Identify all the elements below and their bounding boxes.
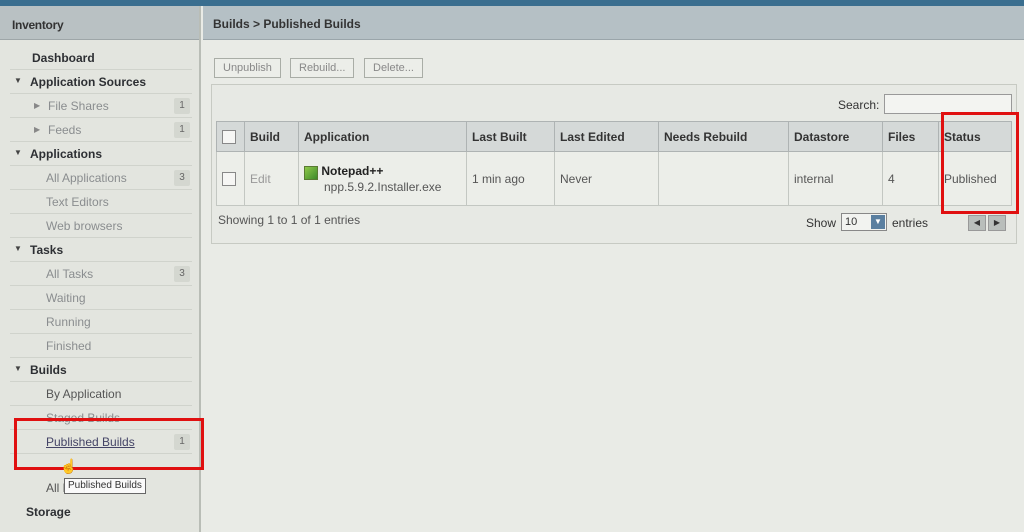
edit-link[interactable]: Edit	[244, 151, 299, 206]
sidebar-item-all-tasks[interactable]: All Tasks 3	[10, 262, 192, 286]
collapse-toggle-icon[interactable]: ▼	[14, 244, 22, 253]
app-file: npp.5.9.2.Installer.exe	[324, 179, 442, 194]
search-input[interactable]	[884, 94, 1012, 114]
sidebar-group-builds[interactable]: ▼ Builds	[10, 358, 192, 382]
unpublish-button[interactable]: Unpublish	[214, 58, 281, 78]
sidebar-item-label: Dashboard	[32, 51, 95, 65]
count-badge: 3	[174, 266, 190, 282]
sidebar-item-label: Waiting	[46, 291, 86, 305]
sidebar-item-all-applications[interactable]: All Applications 3	[10, 166, 192, 190]
page-size-value: 10	[845, 216, 858, 228]
sidebar-title: Inventory	[0, 6, 199, 40]
sidebar-item-label: File Shares	[48, 99, 109, 113]
tooltip: Published Builds	[64, 478, 146, 494]
sidebar-item-label: All Tasks	[46, 267, 94, 281]
status-column-highlight	[941, 112, 1019, 214]
select-all-header	[216, 121, 245, 152]
notepad-app-icon	[304, 165, 318, 180]
sidebar-item-web-browsers[interactable]: Web browsers	[10, 214, 192, 238]
next-page-icon[interactable]: ▶	[988, 215, 1006, 231]
sidebar-item-feeds[interactable]: ▶ Feeds 1	[10, 118, 192, 142]
collapse-toggle-icon[interactable]: ▼	[14, 76, 22, 85]
count-badge: 3	[174, 170, 190, 186]
sidebar-item-label: Feeds	[48, 123, 82, 137]
sidebar-item-dashboard[interactable]: Dashboard	[10, 46, 192, 70]
column-header[interactable]: Needs Rebuild	[658, 121, 789, 152]
needs-rebuild-cell	[658, 151, 789, 206]
main-content: Builds > Published Builds Unpublish Rebu…	[203, 6, 1024, 532]
sidebar-item-label: Applications	[30, 147, 103, 161]
select-all-checkbox[interactable]	[222, 129, 236, 144]
column-header[interactable]: Last Built	[466, 121, 555, 152]
sidebar: Inventory Dashboard ▼ Application Source…	[0, 6, 204, 532]
sidebar-item-label: Web browsers	[46, 219, 123, 233]
pointer-cursor-icon: ☝	[60, 458, 78, 474]
last-built-cell: 1 min ago	[466, 151, 555, 206]
column-header[interactable]: Files	[882, 121, 939, 152]
sidebar-item-label: Builds	[30, 363, 67, 377]
count-badge: 1	[174, 98, 190, 114]
delete-button[interactable]: Delete...	[364, 58, 423, 78]
sidebar-item-label: Finished	[46, 339, 92, 353]
row-checkbox[interactable]	[222, 171, 236, 186]
column-header[interactable]: Last Edited	[554, 121, 659, 152]
sidebar-group-application-sources[interactable]: ▼ Application Sources	[10, 70, 192, 94]
chevron-down-icon[interactable]: ▼	[871, 215, 885, 229]
sidebar-item-file-shares[interactable]: ▶ File Shares 1	[10, 94, 192, 118]
sidebar-group-applications[interactable]: ▼ Applications	[10, 142, 192, 166]
table-row[interactable]: Edit Notepad++ npp.5.9.2.Installer.exe 1…	[216, 151, 1012, 206]
sidebar-item-waiting[interactable]: Waiting	[10, 286, 192, 310]
pagination-info: Showing 1 to 1 of 1 entries	[218, 213, 361, 227]
sidebar-item-label: By Application	[46, 387, 122, 401]
column-header[interactable]: Datastore	[788, 121, 883, 152]
sidebar-item-label: All Applications	[46, 171, 127, 185]
column-header[interactable]: Build	[244, 121, 299, 152]
table-header-row: Build Application Last Built Last Edited…	[216, 121, 1012, 152]
column-header[interactable]: Application	[298, 121, 467, 152]
entries-label: entries	[892, 216, 929, 230]
search-label: Search:	[838, 98, 880, 112]
application-cell: Notepad++ npp.5.9.2.Installer.exe	[298, 151, 467, 206]
sidebar-item-text-editors[interactable]: Text Editors	[10, 190, 192, 214]
sidebar-item-label: Tasks	[30, 243, 64, 257]
breadcrumb: Builds > Published Builds	[203, 6, 1024, 40]
sidebar-item-by-application[interactable]: By Application	[10, 382, 192, 406]
app-name: Notepad++	[321, 163, 384, 178]
datastore-cell: internal	[788, 151, 883, 206]
sidebar-item-label: Storage	[26, 505, 71, 519]
sidebar-group-tasks[interactable]: ▼ Tasks	[10, 238, 192, 262]
collapse-toggle-icon[interactable]: ▼	[14, 148, 22, 157]
sidebar-item-label: Text Editors	[46, 195, 109, 209]
sidebar-item-label: Running	[46, 315, 91, 329]
sidebar-item-running[interactable]: Running	[10, 310, 192, 334]
page-size-select[interactable]: 10 ▼	[841, 213, 887, 231]
sidebar-item-label: Application Sources	[30, 75, 147, 89]
builds-table-panel: Search: Build Application Last Built Las…	[211, 84, 1017, 244]
files-cell: 4	[882, 151, 939, 206]
builds-table: Build Application Last Built Last Edited…	[216, 121, 1012, 206]
show-label: Show	[806, 216, 837, 230]
count-badge: 1	[174, 122, 190, 138]
rebuild-button[interactable]: Rebuild...	[290, 58, 355, 78]
sidebar-group-storage[interactable]: Storage	[10, 500, 192, 524]
last-edited-cell: Never	[554, 151, 659, 206]
previous-page-icon[interactable]: ◀	[968, 215, 986, 231]
collapse-toggle-icon[interactable]: ▼	[14, 364, 22, 373]
published-builds-highlight	[14, 418, 204, 470]
row-select-cell	[216, 151, 245, 206]
expand-arrow-icon[interactable]: ▶	[34, 125, 40, 134]
expand-arrow-icon[interactable]: ▶	[34, 101, 40, 110]
sidebar-item-finished[interactable]: Finished	[10, 334, 192, 358]
